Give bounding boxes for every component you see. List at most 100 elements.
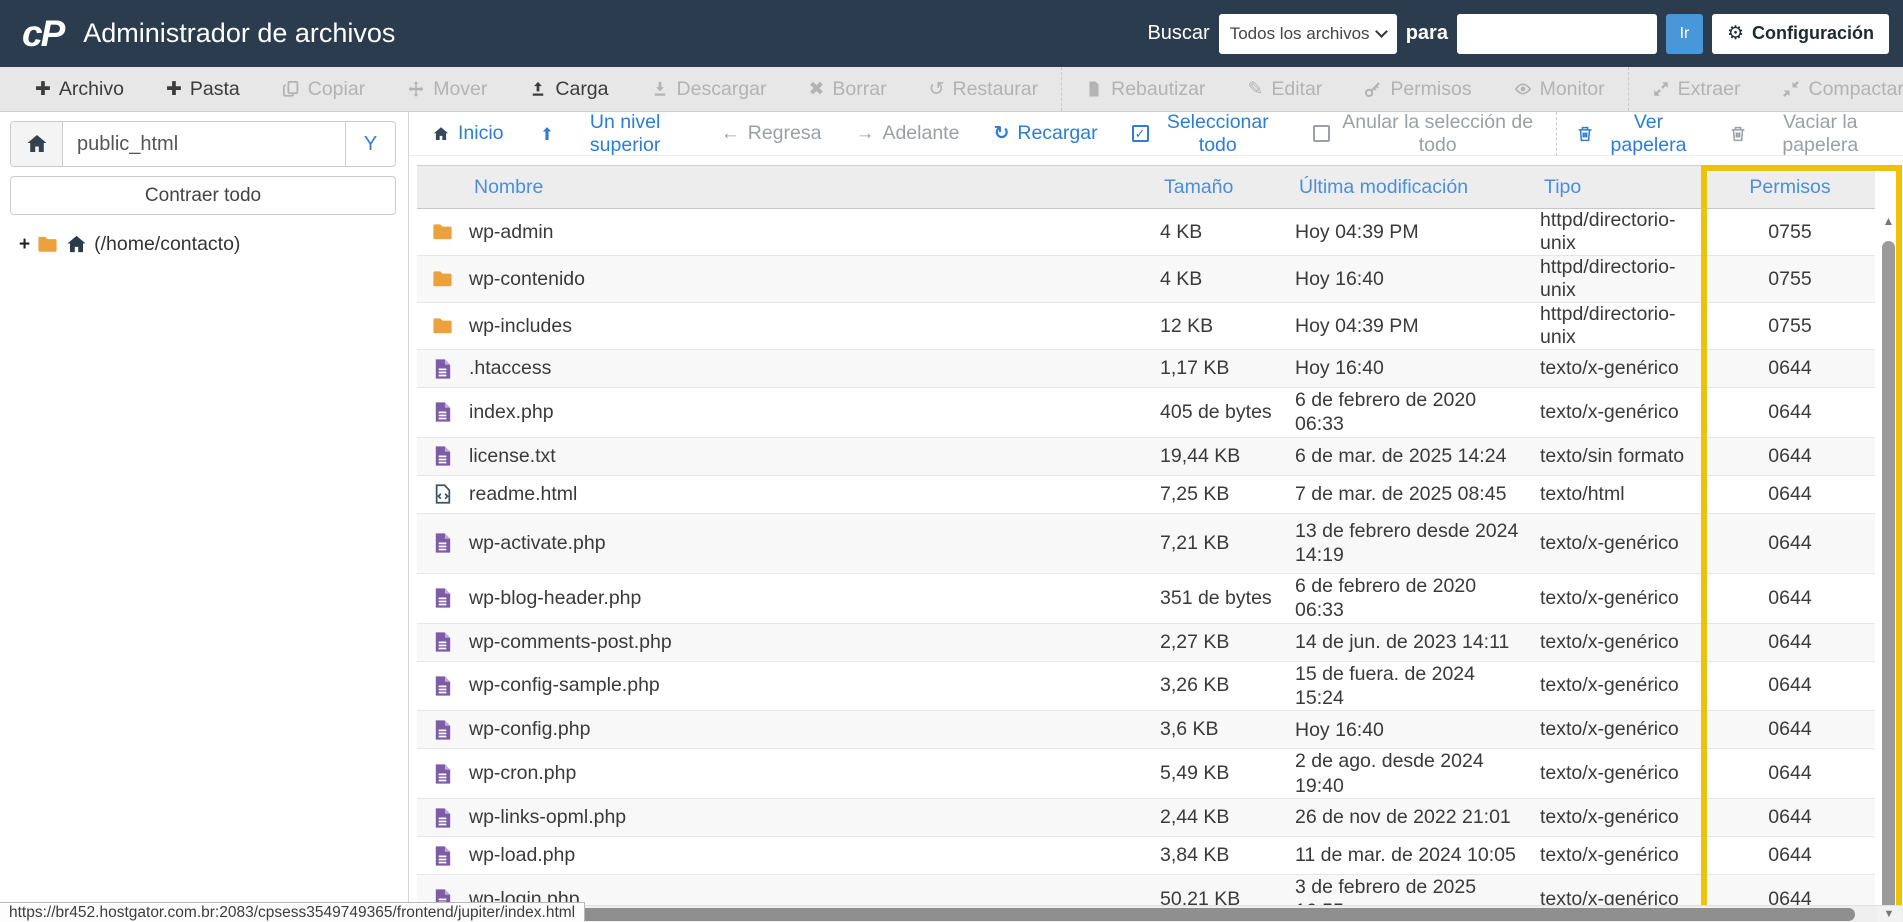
file-name: wp-comments-post.php	[469, 630, 672, 653]
file-name-cell[interactable]: wp-admin	[417, 220, 1160, 244]
content: Y Contraer todo + (/home/contacto) Inici…	[0, 110, 1903, 922]
cb-off-icon	[1312, 125, 1330, 142]
view-trash-link[interactable]: Ver papelera	[1559, 111, 1711, 156]
file-size-cell: 4 KB	[1160, 220, 1203, 243]
trash-icon	[1576, 125, 1594, 143]
file-perms-cell: 0644	[1768, 400, 1812, 423]
table-row[interactable]: wp-cron.php 5,49 KB 2 de ago. desde 2024 1…	[417, 749, 1875, 799]
file-name-cell[interactable]: wp-links-opml.php	[417, 806, 1160, 830]
table-row[interactable]: wp-config-sample.php 3,26 KB 15 de fuera. …	[417, 661, 1875, 712]
path-go-button[interactable]: Y	[345, 122, 395, 166]
mover-button: Mover	[386, 67, 508, 111]
archivo-button-label: Archivo	[58, 77, 124, 100]
scroll-up-icon[interactable]: ▲	[1880, 214, 1897, 228]
file-type-cell: texto/html	[1540, 482, 1625, 505]
path-input[interactable]	[63, 122, 345, 166]
inicio-link[interactable]: Inicio	[415, 112, 521, 155]
file-type-cell: texto/x-genérico	[1540, 586, 1679, 609]
column-header-perms[interactable]: Permisos	[1705, 176, 1875, 199]
table-row[interactable]: readme.html 7,25 KB 7 de mar. de 2025 08:4…	[417, 475, 1875, 514]
file-name-cell[interactable]: readme.html	[417, 482, 1160, 506]
collapse-all-button[interactable]: Contraer todo	[10, 176, 396, 215]
file-name-cell[interactable]: wp-blog-header.php	[417, 586, 1160, 610]
file-perms-cell: 0644	[1768, 718, 1812, 741]
pasta-button-label: Pasta	[189, 77, 240, 100]
file-name-cell[interactable]: wp-config-sample.php	[417, 674, 1160, 698]
arrow-up-icon	[538, 125, 556, 143]
monitor-button: Monitor	[1493, 67, 1626, 111]
horizontal-scrollbar[interactable]: ▼	[409, 905, 1903, 922]
pasta-button[interactable]: ✚ Pasta	[145, 67, 261, 111]
select-all-link[interactable]: ✓ Seleccionar todo	[1115, 111, 1296, 156]
reload-link[interactable]: ↻ Recargar	[976, 112, 1114, 155]
search-go-button[interactable]: Ir	[1665, 13, 1703, 54]
file-name: .htaccess	[469, 357, 552, 379]
deselect-all-link-label: Anular la selección de todo	[1342, 110, 1534, 156]
home-icon	[432, 125, 450, 143]
up-level-link[interactable]: Un nivel superior	[521, 111, 704, 156]
file-type-cell: texto/x-genérico	[1540, 674, 1679, 697]
forward-link: → Adelante	[838, 112, 976, 155]
file-name-cell[interactable]: wp-cron.php	[417, 762, 1160, 786]
table-row[interactable]: wp-links-opml.php 2,44 KB 26 de nov de 202…	[417, 799, 1875, 837]
table-row[interactable]: license.txt 19,44 KB 6 de mar. de 2025 14:…	[417, 437, 1875, 476]
file-text-icon	[431, 762, 454, 786]
file-name-cell[interactable]: .htaccess	[417, 357, 1160, 381]
table-row[interactable]: wp-admin 4 KB Hoy 04:39 PM httpd/directorio…	[417, 209, 1875, 256]
file-perms-cell: 0644	[1768, 357, 1812, 379]
file-text-icon	[431, 718, 454, 742]
table-row[interactable]: index.php 405 de bytes 6 de febrero de 202…	[417, 388, 1875, 438]
vertical-scrollbar[interactable]: ▲	[1880, 209, 1897, 922]
file-name-cell[interactable]: index.php	[417, 400, 1160, 424]
file-text-icon	[431, 806, 454, 830]
horizontal-scroll-thumb[interactable]	[569, 908, 1855, 921]
toolbar-separator	[1061, 67, 1063, 111]
file-type-cell: httpd/directorio-unix	[1540, 209, 1676, 254]
carga-button[interactable]: Carga	[508, 67, 629, 111]
table-row[interactable]: wp-contenido 4 KB Hoy 16:40 httpd/directori…	[417, 256, 1875, 303]
scroll-down-icon[interactable]: ▼	[1877, 906, 1901, 922]
tree-item-root[interactable]: + (/home/contacto)	[10, 233, 396, 256]
move-icon	[407, 80, 425, 98]
file-name: wp-load.php	[469, 844, 576, 866]
file-name-cell[interactable]: wp-config.php	[417, 718, 1160, 742]
file-name: index.php	[469, 400, 554, 423]
file-name-cell[interactable]: wp-activate.php	[417, 531, 1160, 555]
column-header-size[interactable]: Tamaño	[1160, 176, 1295, 199]
x-icon: ✖	[808, 78, 825, 100]
file-name-cell[interactable]: wp-contenido	[417, 267, 1160, 291]
file-perms-cell: 0755	[1768, 267, 1812, 290]
home-button[interactable]	[11, 122, 63, 166]
file-name-cell[interactable]: wp-load.php	[417, 844, 1160, 868]
table-row[interactable]: wp-blog-header.php 351 de bytes 6 de febre…	[417, 573, 1875, 624]
table-header-row: Nombre Tamaño Última modificación Tipo Permi…	[417, 165, 1875, 209]
copiar-button-label: Copiar	[307, 77, 366, 100]
table-row[interactable]: wp-includes 12 KB Hoy 04:39 PM httpd/direct…	[417, 303, 1875, 350]
file-name-cell[interactable]: wp-comments-post.php	[417, 630, 1160, 654]
table-row[interactable]: wp-config.php 3,6 KB Hoy 16:40 texto/x-gené…	[417, 711, 1875, 750]
file-name: wp-cron.php	[469, 762, 577, 785]
search-input[interactable]	[1456, 13, 1657, 54]
table-row[interactable]: wp-activate.php 7,21 KB 13 de febrero desd…	[417, 513, 1875, 574]
file-modified-cell: Hoy 16:40	[1295, 357, 1384, 380]
file-name-cell[interactable]: license.txt	[417, 444, 1160, 468]
file-code-icon	[431, 482, 454, 506]
file-name-cell[interactable]: wp-includes	[417, 314, 1160, 338]
deselect-all-link: Anular la selección de todo	[1296, 110, 1554, 156]
settings-button[interactable]: ⚙ Configuración	[1711, 13, 1889, 54]
column-header-type[interactable]: Tipo	[1540, 176, 1705, 199]
table-row[interactable]: wp-comments-post.php 2,27 KB 14 de jun. de…	[417, 623, 1875, 662]
file-modified-cell: Hoy 16:40	[1295, 718, 1384, 741]
search-scope-select[interactable]: Todos los archivos	[1218, 13, 1397, 54]
file-modified-cell: 2 de ago. desde 2024 19:40	[1295, 750, 1484, 797]
vertical-scroll-thumb[interactable]	[1882, 241, 1895, 922]
archivo-button[interactable]: ✚ Archivo	[14, 67, 145, 111]
descargar-button: Descargar	[630, 67, 788, 111]
column-header-name[interactable]: Nombre	[417, 176, 1160, 199]
download-icon	[651, 80, 669, 98]
table-row[interactable]: .htaccess 1,17 KB Hoy 16:40 texto/x-genéric…	[417, 350, 1875, 388]
expand-icon[interactable]: +	[19, 234, 30, 256]
column-header-modified[interactable]: Última modificación	[1295, 176, 1540, 199]
folder-icon	[431, 220, 454, 244]
table-row[interactable]: wp-load.php 3,84 KB 11 de mar. de 2024 10:…	[417, 837, 1875, 875]
